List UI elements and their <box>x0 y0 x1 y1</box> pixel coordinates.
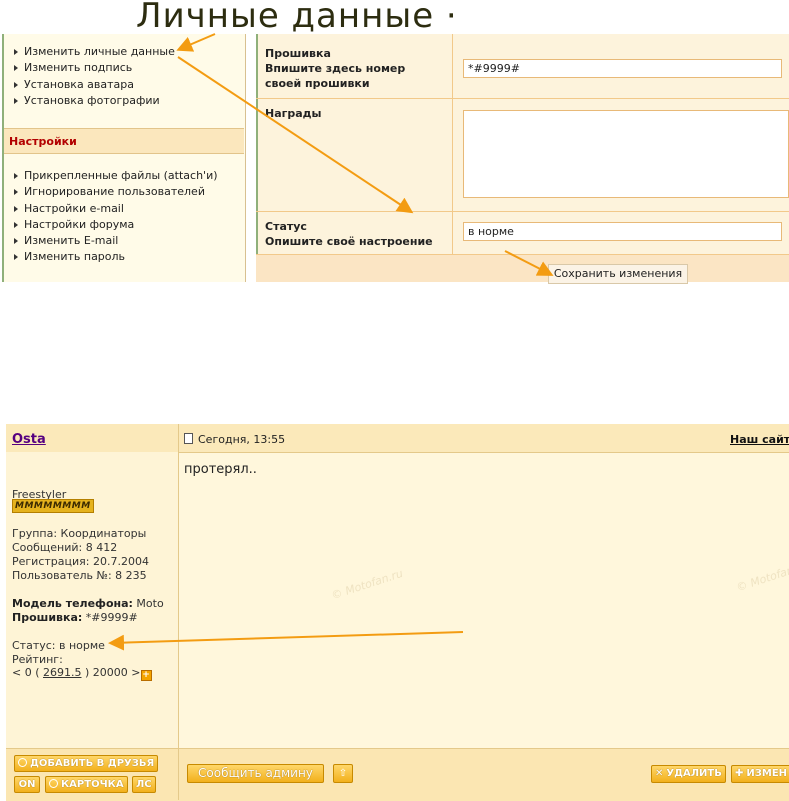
arrow-to-post-status <box>108 631 464 651</box>
arrow-to-status-field <box>177 56 414 214</box>
arrow-to-save-button <box>504 250 554 276</box>
annotation-arrows <box>108 33 554 651</box>
arrow-to-edit-personal <box>176 33 216 52</box>
